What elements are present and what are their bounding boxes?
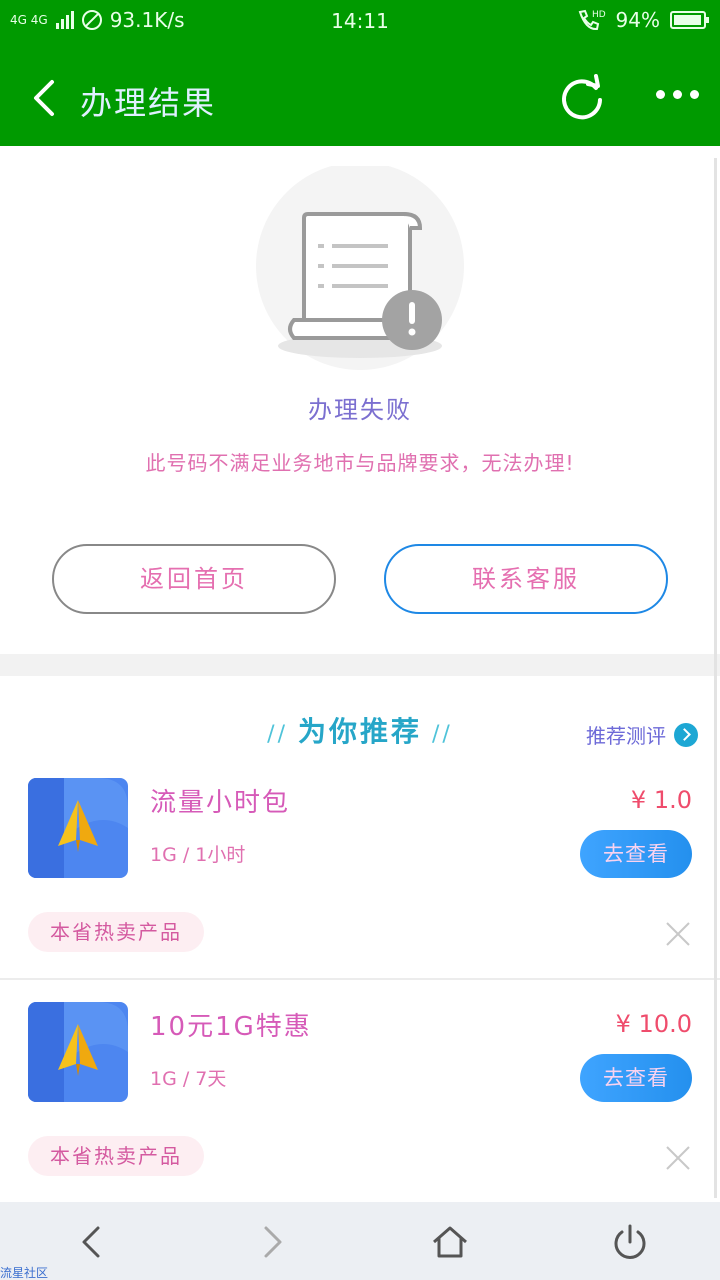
- review-link[interactable]: 推荐测评: [586, 720, 698, 749]
- bottom-nav: [0, 1202, 720, 1280]
- view-button[interactable]: 去查看: [580, 1054, 692, 1102]
- paper-plane-icon: [28, 1002, 128, 1102]
- review-link-label: 推荐测评: [586, 724, 666, 748]
- paper-plane-icon: [28, 778, 128, 878]
- page-title: 办理结果: [80, 84, 217, 122]
- result-title: 办理失败: [308, 396, 412, 424]
- product-spec: 1G / 7天: [150, 1068, 227, 1090]
- battery-icon: [670, 11, 709, 29]
- result-message: 此号码不满足业务地市与品牌要求，无法办理!: [145, 451, 575, 475]
- item-divider: [0, 978, 720, 980]
- recommend-title: 为你推荐: [297, 715, 422, 748]
- phone-hd-icon: HD: [578, 9, 606, 31]
- watermark-label: 流星社区: [0, 1266, 49, 1280]
- close-icon[interactable]: [666, 922, 690, 946]
- battery-percent: 94%: [615, 8, 660, 32]
- more-icon[interactable]: [656, 90, 699, 99]
- recommend-section: // 为你推荐 // 推荐测评 流量小时包 1G / 1小时 ¥ 1.0 去查看 本…: [0, 676, 720, 1202]
- hot-product-tag: 本省热卖产品: [28, 912, 204, 952]
- product-item: 10元1G特惠 1G / 7天 ¥ 10.0 去查看 本省热卖产品: [0, 1002, 720, 1226]
- back-home-button[interactable]: 返回首页: [52, 544, 336, 614]
- contact-service-button[interactable]: 联系客服: [384, 544, 668, 614]
- nav-forward-icon[interactable]: [252, 1222, 292, 1262]
- app-header: 办理结果: [0, 40, 720, 146]
- hot-product-tag: 本省热卖产品: [28, 1136, 204, 1176]
- product-price: ¥ 1.0: [630, 786, 692, 814]
- product-name: 流量小时包: [150, 788, 291, 818]
- scrollbar[interactable]: [714, 158, 717, 1198]
- back-icon[interactable]: [30, 78, 60, 118]
- decor-slash-icon: //: [432, 722, 453, 747]
- home-icon[interactable]: [430, 1222, 470, 1262]
- view-button[interactable]: 去查看: [580, 830, 692, 878]
- nav-back-icon[interactable]: [72, 1222, 112, 1262]
- decor-slash-icon: //: [267, 722, 288, 747]
- product-name: 10元1G特惠: [150, 1012, 312, 1042]
- close-icon[interactable]: [666, 1146, 690, 1170]
- failed-document-icon: [256, 166, 464, 370]
- chevron-right-icon: [674, 722, 698, 747]
- result-panel: 办理失败 此号码不满足业务地市与品牌要求，无法办理! 返回首页 联系客服: [0, 146, 720, 654]
- product-item: 流量小时包 1G / 1小时 ¥ 1.0 去查看 本省热卖产品: [0, 778, 720, 1002]
- product-price: ¥ 10.0: [615, 1010, 692, 1038]
- product-spec: 1G / 1小时: [150, 844, 246, 866]
- hd-label: HD: [592, 10, 606, 20]
- refresh-icon[interactable]: [558, 74, 606, 122]
- power-icon[interactable]: [610, 1222, 650, 1262]
- status-bar: 4G 4G 93.1K/s 14:11 HD 94%: [0, 0, 720, 40]
